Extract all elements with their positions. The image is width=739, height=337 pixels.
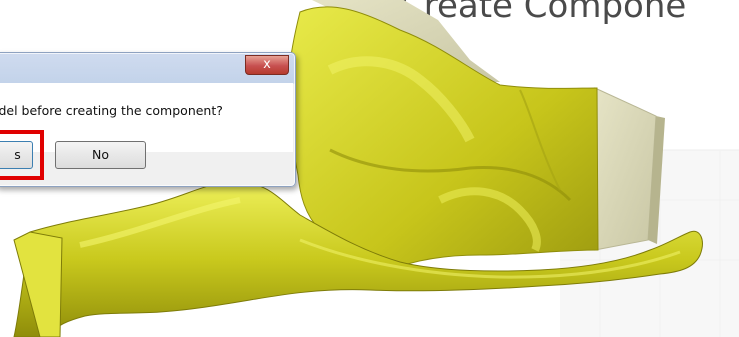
dialog-message: e model before creating the component? [0,103,223,118]
confirm-dialog: x e model before creating the component?… [0,52,296,187]
no-button[interactable]: No [55,141,146,169]
highlight-box [0,130,44,180]
dialog-close-button[interactable]: x [245,55,289,75]
model-viewport: Create Compone x del before creating the… [0,0,739,337]
stock-block-right [594,87,657,251]
